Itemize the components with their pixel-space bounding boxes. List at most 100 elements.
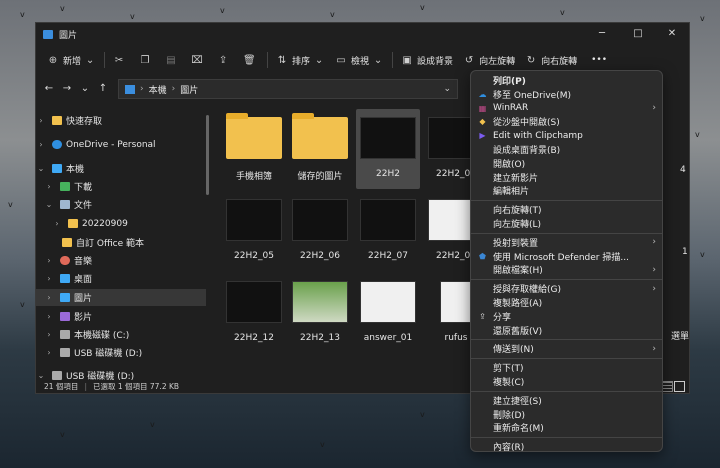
rotate-left-button[interactable]: ↺ 向左旋轉 [458, 49, 520, 71]
menu-divider [471, 390, 662, 392]
file-item[interactable]: 22H2_06 [288, 191, 352, 271]
recent-locations-button[interactable]: ⌄ [78, 81, 92, 97]
chevron-right-icon[interactable]: › [36, 116, 46, 125]
share-icon: ⇪ [218, 54, 228, 66]
sidebar-item-pictures[interactable]: › 圖片 [36, 289, 206, 306]
bird-icon: v [420, 3, 425, 12]
chevron-down-icon[interactable]: ⌄ [44, 200, 54, 209]
details-view-button[interactable] [662, 381, 673, 392]
forward-button[interactable]: → [60, 81, 74, 97]
sidebar-item-20220909[interactable]: › 20220909 [36, 215, 206, 232]
file-item[interactable]: 儲存的圖片 [288, 109, 352, 189]
sort-button[interactable]: ⇅ 排序 ⌄ [271, 49, 330, 71]
file-item[interactable]: answer_01 [356, 273, 420, 353]
menu-item[interactable]: 傳送到(N) › [475, 342, 660, 356]
menu-item[interactable]: 重新命名(M) [475, 421, 660, 434]
sidebar-item-onedrive[interactable]: › OneDrive - Personal [36, 136, 206, 153]
bird-icon: v [700, 250, 705, 259]
chevron-right-icon[interactable]: › [44, 274, 54, 283]
menu-item[interactable]: 內容(R) [475, 440, 660, 453]
menu-item[interactable]: ⬟ 使用 Microsoft Defender 掃描... [475, 250, 660, 263]
paste-button[interactable]: ▤ [160, 49, 186, 71]
set-background-button[interactable]: ▣ 設成背景 [396, 49, 458, 71]
view-button[interactable]: ▭ 檢視 ⌄ [330, 49, 389, 71]
close-button[interactable]: ✕ [654, 23, 690, 45]
rotate-right-button[interactable]: ↻ 向右旋轉 [520, 49, 582, 71]
file-item-selected[interactable]: 22H2 [356, 109, 420, 189]
sidebar-item-this-pc[interactable]: ⌄ 本機 [36, 160, 206, 177]
menu-item[interactable]: ☁ 移至 OneDrive(M) [475, 88, 660, 101]
menu-item[interactable]: 投射到裝置 › [475, 236, 660, 249]
chevron-right-icon[interactable]: › [44, 293, 54, 302]
chevron-right-icon[interactable]: › [44, 182, 54, 191]
new-button[interactable]: ⊕ 新增 ⌄ [42, 49, 101, 71]
menu-item-label: WinRAR [493, 103, 529, 114]
chevron-right-icon[interactable]: › [36, 140, 46, 149]
sidebar-item-label: 快速存取 [66, 117, 103, 127]
chevron-right-icon[interactable]: › [44, 330, 54, 339]
sidebar-item-music[interactable]: › 音樂 [36, 252, 206, 269]
chevron-right-icon[interactable]: › [44, 312, 54, 321]
menu-item[interactable]: ⇪ 分享 [475, 310, 660, 323]
large-icons-view-button[interactable] [674, 381, 685, 392]
back-button[interactable]: ← [42, 81, 56, 97]
file-item[interactable]: 22H2_05 [222, 191, 286, 271]
rotate-right-label: 向右旋轉 [541, 56, 578, 67]
menu-item[interactable]: 開啟(O) [475, 157, 660, 170]
new-button-label: 新增 [63, 56, 82, 67]
copy-icon: ❐ [140, 54, 150, 66]
address-dropdown-icon[interactable]: ⌄ [443, 84, 451, 94]
menu-item[interactable]: 刪除(D) [475, 408, 660, 421]
menu-item[interactable]: 授與存取權給(G) › [475, 282, 660, 296]
menu-item[interactable]: 複製路徑(A) [475, 296, 660, 309]
sidebar-item-usb-d[interactable]: › USB 磁碟機 (D:) [36, 344, 206, 361]
sidebar-item-office-templates[interactable]: 自訂 Office 範本 [36, 234, 206, 251]
share-button[interactable]: ⇪ [212, 49, 238, 71]
sidebar-item-local-disk-c[interactable]: › 本機磁碟 (C:) [36, 326, 206, 343]
navigation-scrollbar[interactable] [206, 115, 209, 195]
sidebar-item-desktop[interactable]: › 桌面 [36, 270, 206, 287]
file-name: 22H2_05 [234, 251, 274, 261]
divider [104, 52, 106, 68]
menu-item[interactable]: 列印(P) [475, 74, 660, 87]
rename-button[interactable]: ⌧ [186, 49, 212, 71]
menu-item[interactable]: ▦ WinRAR › [475, 102, 660, 115]
cut-button[interactable]: ✂ [108, 49, 134, 71]
breadcrumb-pictures[interactable]: 圖片 [180, 83, 198, 96]
sidebar-item-quick-access[interactable]: › 快速存取 [36, 112, 206, 129]
sidebar-item-videos[interactable]: › 影片 [36, 308, 206, 325]
sort-button-label: 排序 [292, 56, 311, 67]
menu-item[interactable]: 向左旋轉(L) [475, 217, 660, 230]
file-item[interactable]: 22H2_12 [222, 273, 286, 353]
sidebar-item-downloads[interactable]: › 下載 [36, 178, 206, 195]
delete-button[interactable]: 🗑 [238, 49, 264, 71]
more-options-button[interactable]: ••• [586, 49, 612, 71]
menu-item[interactable]: 編輯相片 [475, 184, 660, 197]
up-button[interactable]: ↑ [96, 81, 110, 97]
menu-item[interactable]: 建立捷徑(S) [475, 394, 660, 407]
menu-item[interactable]: 複製(C) [475, 375, 660, 388]
sidebar-item-documents[interactable]: ⌄ 文件 [36, 196, 206, 213]
maximize-button[interactable]: □ [620, 23, 656, 45]
menu-item[interactable]: 設成桌面背景(B) [475, 143, 660, 156]
menu-item[interactable]: 建立新影片 [475, 171, 660, 184]
chevron-right-icon[interactable]: › [44, 256, 54, 265]
copy-button[interactable]: ❐ [134, 49, 160, 71]
menu-item[interactable]: ▶ Edit with Clipchamp [475, 129, 660, 142]
chevron-right-icon[interactable]: › [44, 348, 54, 357]
menu-item-label: 複製(C) [493, 378, 525, 388]
menu-item[interactable]: 剪下(T) [475, 361, 660, 374]
menu-item[interactable]: 向右旋轉(T) [475, 203, 660, 216]
menu-item[interactable]: 開啟檔案(H) › [475, 263, 660, 277]
breadcrumb-computer[interactable]: 本機 [149, 83, 167, 96]
file-item[interactable]: 22H2_13 [288, 273, 352, 353]
file-item[interactable]: 22H2_07 [356, 191, 420, 271]
minimize-button[interactable]: ─ [584, 23, 620, 45]
file-item[interactable]: 手機相簿 [222, 109, 286, 189]
address-bar[interactable]: › 本機 › 圖片 ⌄ [118, 79, 458, 99]
menu-item-label: 向左旋轉(L) [493, 220, 542, 230]
chevron-down-icon[interactable]: ⌄ [36, 164, 46, 173]
chevron-right-icon[interactable]: › [52, 219, 62, 228]
menu-item[interactable]: ◆ 從沙盤中開啟(S) [475, 115, 660, 128]
menu-item[interactable]: 還原舊版(V) [475, 324, 660, 337]
